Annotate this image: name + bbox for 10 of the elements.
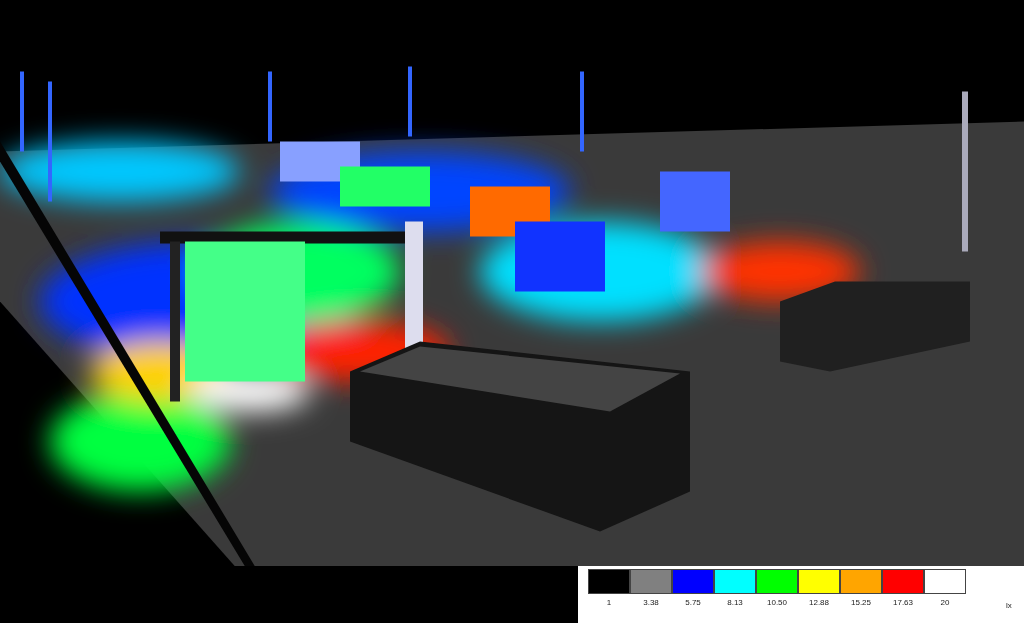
legend-value: 15.25 bbox=[851, 598, 871, 608]
legend-value: 20 bbox=[940, 598, 950, 608]
legend-value: 3.38 bbox=[643, 598, 659, 608]
legend-value: 12.88 bbox=[809, 598, 829, 608]
legend-unit: lx bbox=[1006, 601, 1012, 611]
legend-value: 17.63 bbox=[893, 598, 913, 608]
legend-value: 10.50 bbox=[767, 598, 787, 608]
legend-value: 8.13 bbox=[727, 598, 743, 608]
legend-value: 5.75 bbox=[685, 598, 701, 608]
legend-value: 1 bbox=[606, 598, 612, 608]
